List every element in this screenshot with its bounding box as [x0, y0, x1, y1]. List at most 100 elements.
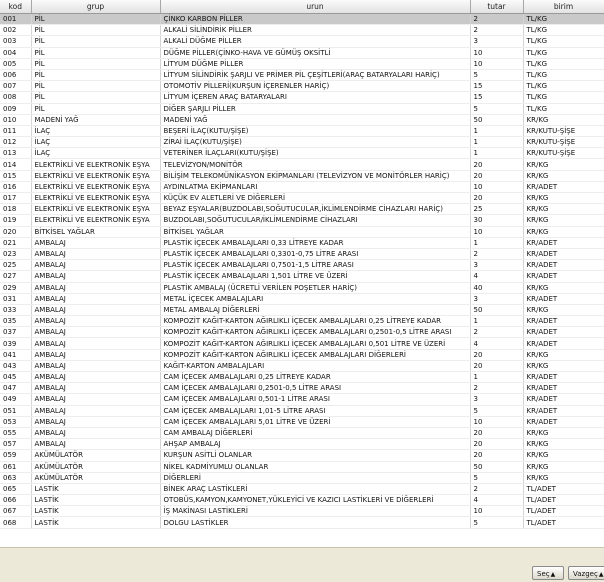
- cell-kod: 001: [0, 13, 32, 26]
- table-row[interactable]: 019 ELEKTRİKLİ VE ELEKTRONİK EŞYA BUZDOLAB…: [0, 214, 604, 227]
- column-header-kod[interactable]: kod: [0, 0, 32, 14]
- cell-tutar: 20: [470, 349, 524, 361]
- cell-birim: TL/KG: [523, 47, 604, 59]
- table-row[interactable]: 057 AMBALAJ AHŞAP AMBALAJ 20 KR/KG: [0, 438, 604, 451]
- cell-kod: 041: [0, 349, 32, 361]
- table-row[interactable]: 029 AMBALAJ PLASTİK AMBALAJ (ÜCRETLİ VERİL…: [0, 282, 604, 294]
- cell-birim: KR/ADET: [523, 416, 604, 428]
- column-header-urun[interactable]: urun: [160, 0, 471, 14]
- cell-kod: 007: [0, 80, 32, 93]
- cell-urun: DOLGU LASTİKLER: [160, 516, 471, 529]
- cell-urun: DİĞERLERİ: [160, 472, 471, 484]
- table-row[interactable]: 011 İLAÇ BEŞERİ İLAÇ(KUTU/ŞİŞE) 1 KR/KUTU-Şİ…: [0, 125, 604, 138]
- cell-birim: KR/KG: [523, 226, 604, 238]
- table-row[interactable]: 005 PİL LİTYUM DÜĞME PİLLER 10 TL/KG: [0, 58, 604, 70]
- table-row[interactable]: 063 AKÜMÜLATÖR DİĞERLERİ 5 KR/KG: [0, 472, 604, 484]
- cell-grup: İLAÇ: [31, 136, 161, 149]
- table-row[interactable]: 018 ELEKTRİKLİ VE ELEKTRONİK EŞYA BEYAZ EŞ…: [0, 203, 604, 216]
- cell-tutar: 40: [470, 282, 524, 294]
- cell-urun: KÜÇÜK EV ALETLERİ VE DİĞERLERİ: [160, 192, 471, 205]
- table-row[interactable]: 035 AMBALAJ KOMPOZİT KAĞIT-KARTON AĞIRLIKL…: [0, 315, 604, 328]
- column-header-grup[interactable]: grup: [31, 0, 161, 14]
- table-row[interactable]: 067 LASTİK İŞ MAKİNASI LASTİKLERİ 10 TL/ADET: [0, 505, 604, 518]
- cell-urun: AYDINLATMA EKİPMANLARI: [160, 181, 471, 194]
- cell-tutar: 3: [470, 393, 524, 406]
- cell-urun: PLASTİK AMBALAJ (ÜCRETLİ VERİLEN POŞETLE…: [160, 282, 471, 294]
- table-row[interactable]: 033 AMBALAJ METAL AMBALAJ DİĞERLERİ 50 KR/KG: [0, 304, 604, 317]
- cell-kod: 016: [0, 181, 32, 194]
- cell-tutar: 15: [470, 91, 524, 104]
- cell-urun: TELEVİZYON/MONİTÖR: [160, 158, 471, 171]
- table-row[interactable]: 041 AMBALAJ KOMPOZİT KAĞIT-KARTON AĞIRLIKL…: [0, 349, 604, 361]
- cell-birim: KR/ADET: [523, 248, 604, 261]
- table-row[interactable]: 045 AMBALAJ CAM İÇECEK AMBALAJLARI 0,25 Lİ…: [0, 371, 604, 384]
- cell-grup: ELEKTRİKLİ VE ELEKTRONİK EŞYA: [31, 203, 161, 216]
- table-row[interactable]: 061 AKÜMÜLATÖR NİKEL KADMİYUMLU OLANLAR 50 K…: [0, 461, 604, 473]
- cell-urun: CAM İÇECEK AMBALAJLARI 0,2501-0,5 LİTRE …: [160, 382, 471, 395]
- cell-kod: 051: [0, 405, 32, 417]
- table-row[interactable]: 006 PİL LİTYUM SİLİNDİRİK ŞARJLI VE PRİMER…: [0, 69, 604, 82]
- table-row[interactable]: 009 PİL DİĞER ŞARJLI PİLLER 5 TL/KG: [0, 103, 604, 115]
- table-row[interactable]: 039 AMBALAJ KOMPOZİT KAĞIT-KARTON AĞIRLIKL…: [0, 337, 604, 350]
- table-row[interactable]: 017 ELEKTRİKLİ VE ELEKTRONİK EŞYA KÜÇÜK EV…: [0, 192, 604, 205]
- cell-urun: BEŞERİ İLAÇ(KUTU/ŞİŞE): [160, 125, 471, 138]
- table-row[interactable]: 010 MADENİ YAĞ MADENİ YAĞ 50 KR/KG: [0, 114, 604, 126]
- cancel-button-label: Vazgeç: [573, 570, 598, 578]
- cell-tutar: 50: [470, 461, 524, 473]
- cell-birim: KR/ADET: [523, 181, 604, 194]
- select-button[interactable]: Seç▲: [532, 566, 564, 580]
- cancel-button[interactable]: Vazgeç▲: [568, 566, 604, 580]
- table-row[interactable]: 049 AMBALAJ CAM İÇECEK AMBALAJLARI 0,501-1…: [0, 393, 604, 406]
- table-row[interactable]: 047 AMBALAJ CAM İÇECEK AMBALAJLARI 0,2501-…: [0, 382, 604, 395]
- table-row[interactable]: 012 İLAÇ ZİRAİ İLAÇ(KUTU/ŞİŞE) 1 KR/KUTU-ŞİŞ…: [0, 136, 604, 149]
- table-row[interactable]: 003 PİL ALKALİ DÜĞME PİLLER 3 TL/KG: [0, 35, 604, 48]
- cell-grup: PİL: [31, 69, 161, 82]
- cell-birim: KR/KG: [523, 203, 604, 216]
- table-row[interactable]: 066 LASTİK OTOBÜS,KAMYON,KAMYONET,YÜKLEYİC…: [0, 494, 604, 507]
- cell-birim: KR/ADET: [523, 270, 604, 283]
- cell-birim: KR/KG: [523, 114, 604, 126]
- table-row[interactable]: 002 PİL ALKALİ SİLİNDİRİK PİLLER 2 TL/KG: [0, 24, 604, 37]
- cell-kod: 018: [0, 203, 32, 216]
- table-row[interactable]: 007 PİL OTOMOTİV PİLLERİ(KURŞUN İÇERENLER …: [0, 80, 604, 93]
- table-row[interactable]: 020 BİTKİSEL YAĞLAR BİTKİSEL YAĞLAR 10 KR/KG: [0, 226, 604, 238]
- cell-kod: 012: [0, 136, 32, 149]
- table-row[interactable]: 051 AMBALAJ CAM İÇECEK AMBALAJLARI 1,01-5 …: [0, 405, 604, 417]
- table-row[interactable]: 001 PİL ÇİNKO KARBON PİLLER 2 TL/KG: [0, 13, 604, 26]
- table-row[interactable]: 014 ELEKTRİKLİ VE ELEKTRONİK EŞYA TELEVİZY…: [0, 158, 604, 171]
- cell-grup: AMBALAJ: [31, 393, 161, 406]
- cell-grup: BİTKİSEL YAĞLAR: [31, 226, 161, 238]
- column-header-tutar[interactable]: tutar: [470, 0, 524, 14]
- cell-kod: 057: [0, 438, 32, 451]
- table-row[interactable]: 004 PİL DÜĞME PİLLER(ÇİNKO-HAVA VE GÜMÜŞ O…: [0, 47, 604, 59]
- table-row[interactable]: 043 AMBALAJ KAĞIT-KARTON AMBALAJLARI 20 KR/K…: [0, 360, 604, 373]
- table-row[interactable]: 023 AMBALAJ PLASTİK İÇECEK AMBALAJLARI 0,3…: [0, 248, 604, 261]
- cell-grup: AKÜMÜLATÖR: [31, 449, 161, 462]
- column-header-birim[interactable]: birim: [523, 0, 604, 14]
- cell-grup: ELEKTRİKLİ VE ELEKTRONİK EŞYA: [31, 214, 161, 227]
- cell-kod: 003: [0, 35, 32, 48]
- cell-kod: 002: [0, 24, 32, 37]
- table-row[interactable]: 013 İLAÇ VETERİNER İLAÇLARI(KUTU/ŞİŞE) 1 KR/…: [0, 147, 604, 160]
- table-row[interactable]: 015 ELEKTRİKLİ VE ELEKTRONİK EŞYA BİLİŞİM …: [0, 170, 604, 182]
- cell-birim: KR/ADET: [523, 337, 604, 350]
- table-row[interactable]: 053 AMBALAJ CAM İÇECEK AMBALAJLARI 5,01 Lİ…: [0, 416, 604, 428]
- cell-birim: KR/KG: [523, 360, 604, 373]
- table-row[interactable]: 008 PİL LİTYUM İÇEREN ARAÇ BATARYALARI 15 TL…: [0, 91, 604, 104]
- cell-urun: İŞ MAKİNASI LASTİKLERİ: [160, 505, 471, 518]
- cell-grup: PİL: [31, 80, 161, 93]
- table-row[interactable]: 037 AMBALAJ KOMPOZİT KAĞIT-KARTON AĞIRLIKL…: [0, 326, 604, 339]
- table-row[interactable]: 059 AKÜMÜLATÖR KURŞUN ASİTLİ OLANLAR 20 KR/K…: [0, 449, 604, 462]
- table-row[interactable]: 031 AMBALAJ METAL İÇECEK AMBALAJLARI 3 KR/AD…: [0, 293, 604, 305]
- table-row[interactable]: 025 AMBALAJ PLASTİK İÇECEK AMBALAJLARI 0,7…: [0, 259, 604, 272]
- cell-urun: OTOMOTİV PİLLERİ(KURŞUN İÇERENLER HARİÇ): [160, 80, 471, 93]
- table-row[interactable]: 016 ELEKTRİKLİ VE ELEKTRONİK EŞYA AYDINLAT…: [0, 181, 604, 194]
- table-row[interactable]: 055 AMBALAJ CAM AMBALAJ DİĞERLERİ 20 KR/KG: [0, 427, 604, 440]
- cell-urun: ZİRAİ İLAÇ(KUTU/ŞİŞE): [160, 136, 471, 149]
- cell-birim: KR/KG: [523, 349, 604, 361]
- cell-grup: AKÜMÜLATÖR: [31, 472, 161, 484]
- table-row[interactable]: 027 AMBALAJ PLASTİK İÇECEK AMBALAJLARI 1,5…: [0, 270, 604, 283]
- table-row[interactable]: 021 AMBALAJ PLASTİK İÇECEK AMBALAJLARI 0,3…: [0, 237, 604, 249]
- table-row[interactable]: 068 LASTİK DOLGU LASTİKLER 5 TL/ADET: [0, 516, 604, 529]
- table-row[interactable]: 065 LASTİK BİNEK ARAÇ LASTİKLERİ 2 TL/ADET: [0, 483, 604, 496]
